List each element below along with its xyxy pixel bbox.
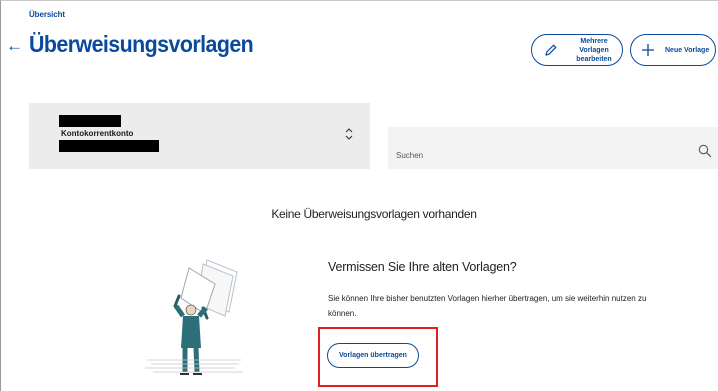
transfer-templates-button[interactable]: Vorlagen übertragen [327,343,419,368]
pencil-icon [540,43,562,57]
back-arrow-icon[interactable]: ← [6,36,23,56]
chevron-up-down-icon [345,128,353,140]
page-title: Überweisungsvorlagen [29,31,254,57]
breadcrumb[interactable]: Übersicht [29,10,65,19]
edit-multiple-label: Mehrere Vorlagen bearbeiten [566,37,622,64]
redacted-account-number [59,140,159,152]
account-selector[interactable]: Kontokorrentkonto [29,103,370,169]
migration-heading: Vermissen Sie Ihre alten Vorlagen? [328,260,517,274]
new-template-label: Neue Vorlage [665,46,710,54]
search-field[interactable]: Suchen [388,127,718,169]
migration-description: Sie können Ihre bisher benutzten Vorlage… [328,294,647,318]
account-type-label: Kontokorrentkonto [61,129,134,138]
search-placeholder: Suchen [396,151,424,160]
new-template-button[interactable]: Neue Vorlage [630,34,716,66]
empty-state-message: Keine Überweisungsvorlagen vorhanden [271,207,477,221]
search-icon[interactable] [698,144,712,158]
edit-multiple-templates-button[interactable]: Mehrere Vorlagen bearbeiten [531,34,623,66]
plus-icon [641,43,655,57]
edit-multiple-label-line1: Mehrere Vorlagen [579,37,609,54]
person-holding-papers-illustration [145,259,243,375]
redacted-account-holder [59,115,121,127]
edit-multiple-label-line2: bearbeiten [576,55,612,63]
